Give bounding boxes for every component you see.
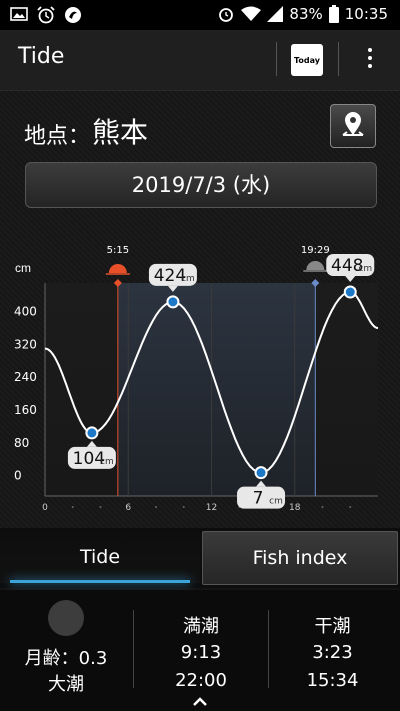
overflow-menu-icon[interactable] [360,44,380,74]
tab-tide[interactable]: Tide [0,531,200,583]
tide-point [254,466,268,480]
app-notification-icon [65,7,81,23]
tide-unit: cm [269,497,283,507]
sunset-icon [303,261,328,272]
sunrise-time: 5:15 [107,245,129,256]
y-tick-label: 320 [14,337,37,351]
tide-chart[interactable]: 5:15 19:29 0801602403204000 6 12 18 104cm424… [0,236,400,526]
map-pin-icon [342,112,364,136]
moon-phase-icon [48,600,84,636]
tide-unit: cm [358,264,372,274]
toolbar-divider [276,42,277,76]
tide-point [343,285,357,299]
high-tide-label: 448cm [326,254,375,283]
tide-name: 大潮 [48,674,84,695]
location-name: 熊本 [92,116,149,149]
toolbar-divider [338,42,339,76]
status-bar: 83% 10:35 [0,0,400,30]
location-label: 地点： [24,124,91,149]
tab-fish-index[interactable]: Fish index [202,531,398,585]
x-tick-label: 18 [289,503,301,513]
tide-unit: cm [100,457,114,467]
x-tick-label: 0 [42,503,48,513]
today-button[interactable]: Today [291,44,323,76]
clock: 10:35 [344,5,388,23]
battery-percent: 83% [289,5,323,23]
label-pointer [345,276,356,283]
tab-bar: Tide Fish index [0,528,400,588]
tide-value: 7 [253,489,264,509]
x-minor-tick [71,506,74,508]
map-pin-button[interactable] [330,104,376,148]
battery-icon [328,5,339,23]
tide-point [85,426,99,440]
y-tick-label: 160 [14,403,37,417]
high-tide-time-2: 22:00 [175,670,227,691]
x-minor-tick [349,506,352,508]
date-picker-button[interactable]: 2019/7/3 (水) [25,162,377,208]
divider [268,610,269,688]
signal-icon [267,6,284,22]
x-minor-tick [155,506,157,508]
alarm-icon [219,8,234,22]
app-title: Tide [18,44,65,69]
sunrise-icon [105,264,130,275]
daylight-band [117,283,316,496]
tide-unit: cm [181,274,195,284]
low-tide-time-1: 3:23 [312,642,353,663]
image-icon [10,7,28,21]
y-tick-label: 240 [14,370,37,384]
sunset-time: 19:29 [301,245,330,256]
chevron-up-icon[interactable] [193,696,207,706]
x-minor-tick [182,506,185,508]
y-tick-label: 400 [14,305,37,319]
x-minor-tick [321,506,324,508]
tide-point [166,295,180,309]
y-tick-label: 80 [14,436,29,450]
y-axis-label: cm [15,261,31,275]
x-tick-label: 12 [206,503,217,513]
x-minor-tick [99,506,102,508]
divider [133,610,134,688]
wifi-icon [241,6,262,21]
high-tide-title: 満潮 [183,616,219,637]
sun-body [306,261,325,270]
alarm-icon [37,6,55,24]
x-tick-label: 6 [125,503,131,513]
y-tick-label: 0 [14,469,22,483]
moon-age: 月齢：0.3 [24,648,108,669]
low-tide-time-2: 15:34 [306,670,359,691]
app-toolbar: Tide Today [0,30,400,91]
sun-body [108,264,127,273]
low-tide-title: 干潮 [314,616,351,637]
high-tide-time-1: 9:13 [180,642,222,663]
